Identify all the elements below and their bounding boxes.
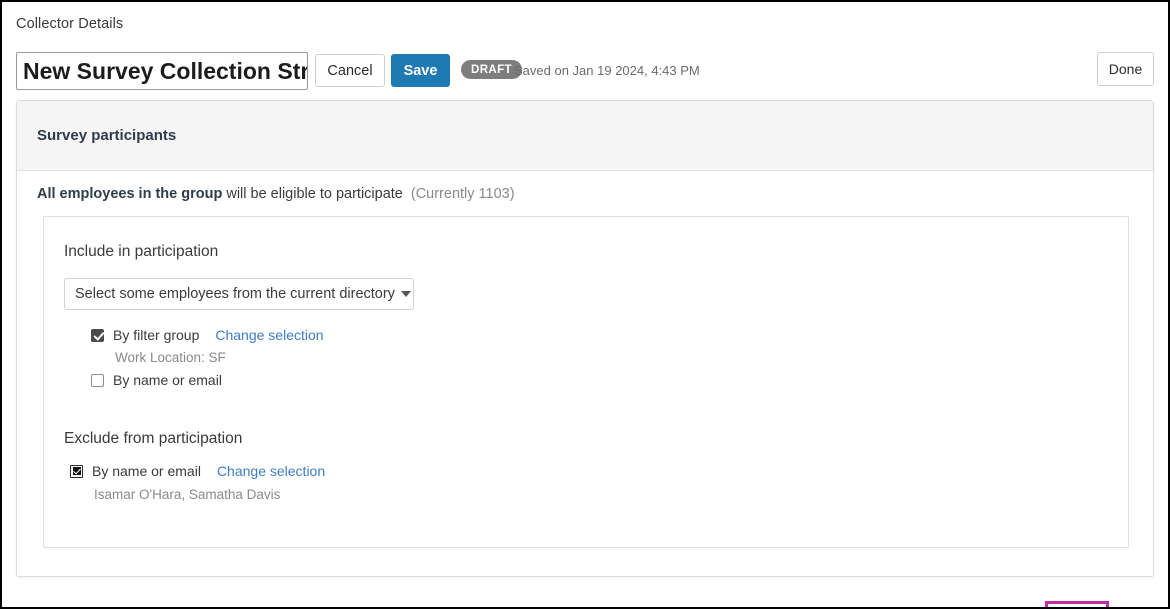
- include-source-select[interactable]: Select some employees from the current d…: [64, 278, 414, 310]
- card-header-title: Survey participants: [37, 127, 177, 144]
- eligibility-scope: All employees in the group: [37, 186, 223, 202]
- include-name-email-label: By name or email: [113, 372, 222, 388]
- screenshot-frame: Collector Details New Survey Collection …: [0, 0, 1170, 609]
- exclude-name-email-change-link[interactable]: Change selection: [217, 463, 325, 479]
- chevron-down-icon: [400, 291, 411, 297]
- breadcrumb: Collector Details: [16, 16, 124, 32]
- card-header: Survey participants: [17, 101, 1153, 171]
- include-filter-group-note: Work Location: SF: [115, 350, 226, 365]
- header-toolbar: New Survey Collection Str Cancel Save DR…: [16, 52, 1154, 90]
- exclude-name-email-checkbox[interactable]: [70, 464, 83, 478]
- eligibility-count: (Currently 1103): [410, 186, 515, 202]
- include-name-email-checkbox[interactable]: [91, 373, 104, 387]
- participation-panel: Include in participation Select some emp…: [43, 216, 1129, 607]
- include-filter-group-row: By filter group Change selection: [91, 327, 324, 343]
- collector-details-page: Collector Details New Survey Collection …: [2, 2, 1168, 607]
- done-button-top[interactable]: Done: [1097, 52, 1154, 86]
- include-filter-group-label: By filter group: [113, 327, 200, 343]
- include-section-title: Include in participation: [64, 243, 219, 260]
- exclude-name-email-label: By name or email: [92, 463, 201, 479]
- include-name-email-row: By name or email: [91, 372, 222, 388]
- exclude-section-title: Exclude from participation: [64, 430, 243, 447]
- survey-participants-card: Survey participants All employees in the…: [16, 100, 1154, 607]
- include-filter-group-change-link[interactable]: Change selection: [215, 327, 323, 343]
- cancel-button[interactable]: Cancel: [315, 54, 385, 87]
- eligibility-text: will be eligible to participate: [222, 186, 403, 202]
- saved-timestamp: Saved on Jan 19 2024, 4:43 PM: [514, 63, 700, 78]
- exclude-name-email-row: By name or email Change selection: [70, 463, 325, 479]
- status-badge: DRAFT: [461, 60, 522, 79]
- eligibility-line: All employees in the group will be eligi…: [37, 186, 515, 202]
- include-source-select-value: Select some employees from the current d…: [75, 286, 395, 302]
- save-button[interactable]: Save: [391, 54, 450, 87]
- include-filter-group-checkbox[interactable]: [91, 328, 104, 342]
- exclude-name-email-note: Isamar O'Hara, Samatha Davis: [94, 487, 281, 502]
- collector-title-input[interactable]: New Survey Collection Str: [16, 52, 308, 90]
- done-button-highlight: Done: [1045, 601, 1109, 607]
